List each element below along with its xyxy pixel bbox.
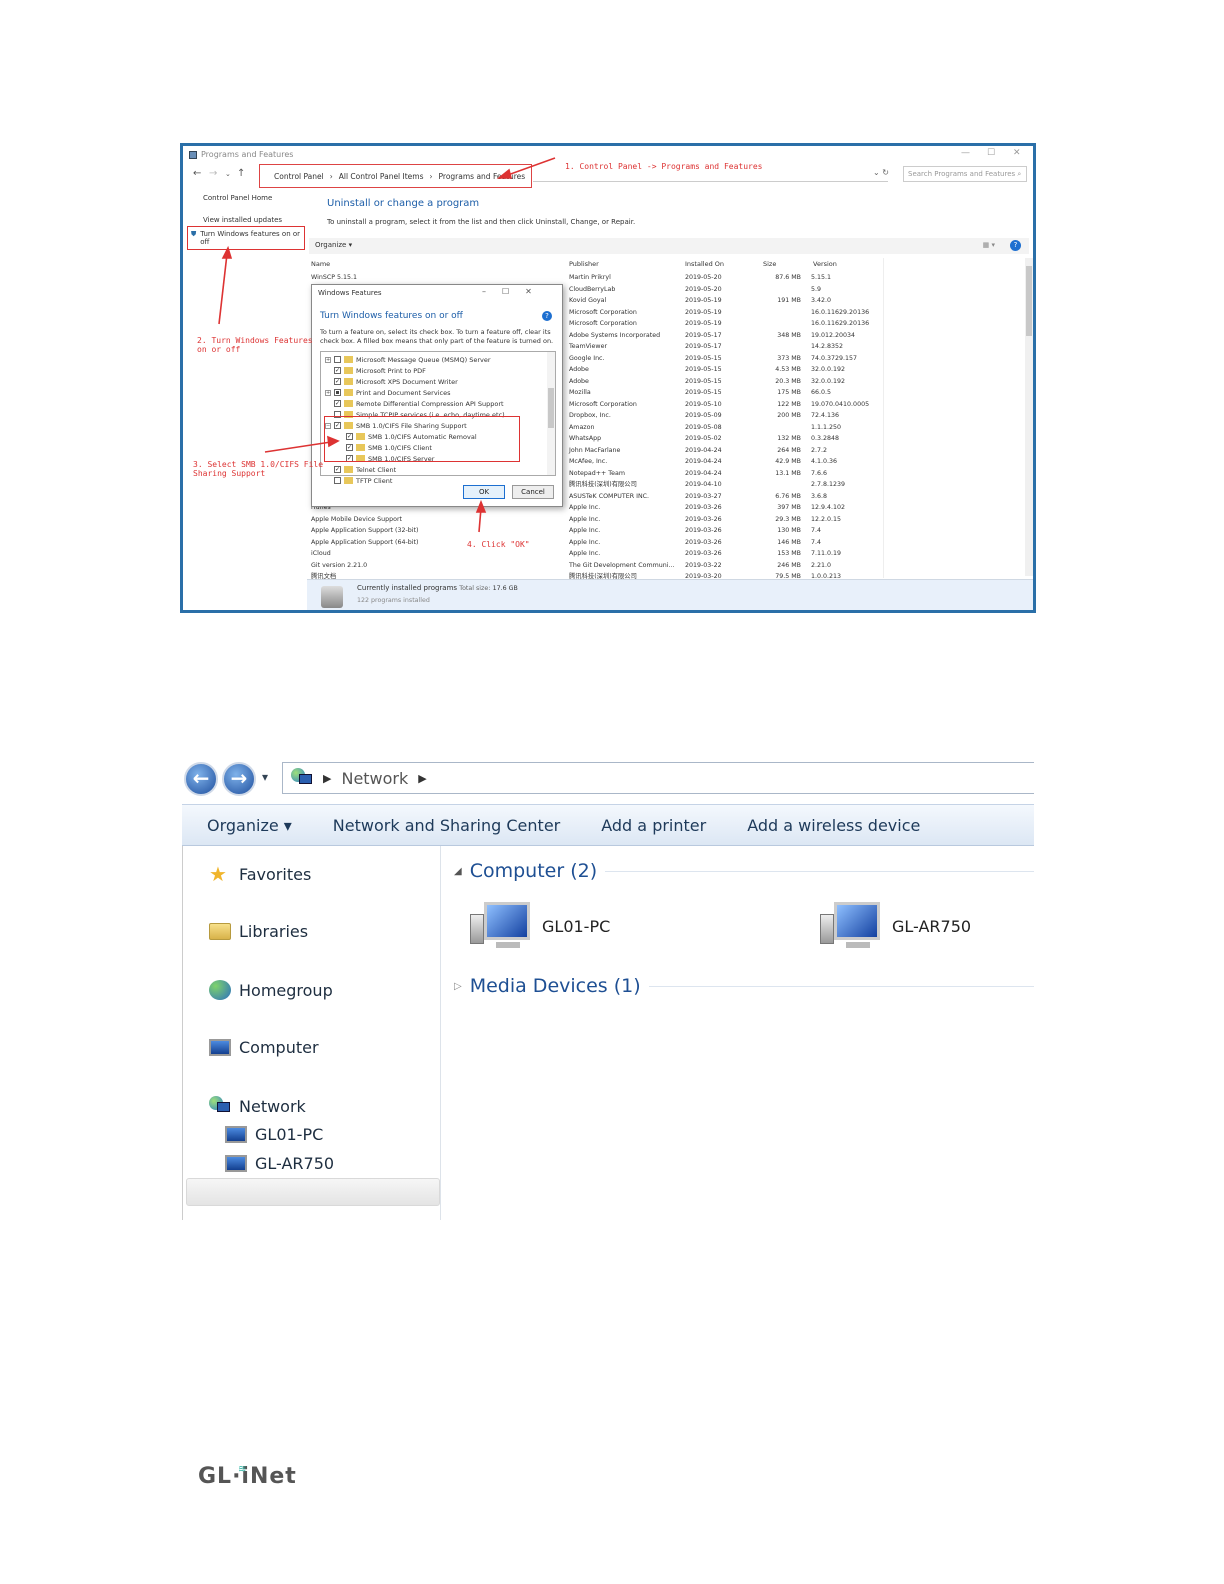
network-explorer-screenshot: ← → ▾ ▶ Network ▶ Organize ▾ Network and… — [182, 760, 1034, 1220]
computer-item-gl01-pc[interactable]: GL01-PC — [470, 900, 610, 952]
chevron-right-icon: ▶ — [418, 771, 427, 785]
address-bar[interactable]: ▶ Network ▶ — [282, 762, 1034, 794]
network-sharing-center-button[interactable]: Network and Sharing Center — [333, 816, 560, 835]
star-icon: ★ — [209, 862, 227, 886]
navigation-pane: ★ Favorites Libraries Homegroup Computer… — [182, 846, 441, 1220]
back-arrow-icon[interactable]: ← — [184, 762, 218, 796]
gl-inet-logo: GL·iNet — [198, 1464, 297, 1489]
wifi-icon: ≋ — [238, 1464, 247, 1475]
add-printer-button[interactable]: Add a printer — [601, 816, 706, 835]
computer-icon — [225, 1126, 247, 1143]
computer-item-gl-ar750[interactable]: GL-AR750 — [820, 900, 971, 952]
network-globe-icon — [291, 768, 313, 788]
expand-triangle-icon: ▷ — [454, 980, 462, 992]
homegroup-icon — [209, 980, 231, 1000]
chevron-right-icon: ▶ — [323, 771, 332, 785]
nav-item-gl01-pc[interactable]: GL01-PC — [225, 1125, 323, 1144]
annotation-arrows — [218, 157, 556, 533]
computer-icon — [225, 1155, 247, 1172]
nav-item-homegroup[interactable]: Homegroup — [209, 980, 333, 1000]
computer-icon — [209, 1039, 231, 1056]
nav-item-favorites[interactable]: ★ Favorites — [209, 864, 311, 884]
nav-selection-highlight — [186, 1178, 440, 1206]
group-media-devices[interactable]: ▷ Media Devices (1) — [454, 975, 1034, 997]
command-bar: Organize ▾ Network and Sharing Center Ad… — [182, 804, 1034, 846]
forward-arrow-icon[interactable]: → — [222, 762, 256, 796]
nav-item-computer[interactable]: Computer — [209, 1038, 319, 1057]
network-icon — [209, 1096, 231, 1116]
group-computer[interactable]: ◢ Computer (2) — [454, 860, 1034, 882]
breadcrumb-network[interactable]: Network — [341, 769, 408, 788]
monitor-icon — [470, 900, 532, 952]
collapse-triangle-icon: ◢ — [454, 865, 462, 877]
monitor-icon — [820, 900, 882, 952]
add-wireless-device-button[interactable]: Add a wireless device — [747, 816, 920, 835]
organize-button[interactable]: Organize ▾ — [207, 816, 292, 835]
nav-item-libraries[interactable]: Libraries — [209, 922, 308, 941]
recent-pages-dropdown-icon[interactable]: ▾ — [262, 770, 268, 784]
nav-item-network[interactable]: Network — [209, 1096, 306, 1116]
library-icon — [209, 923, 231, 940]
nav-item-gl-ar750[interactable]: GL-AR750 — [225, 1154, 334, 1173]
programs-features-screenshot: Programs and Features — ☐ ✕ ← → ⌄ ↑ Cont… — [180, 143, 1036, 613]
